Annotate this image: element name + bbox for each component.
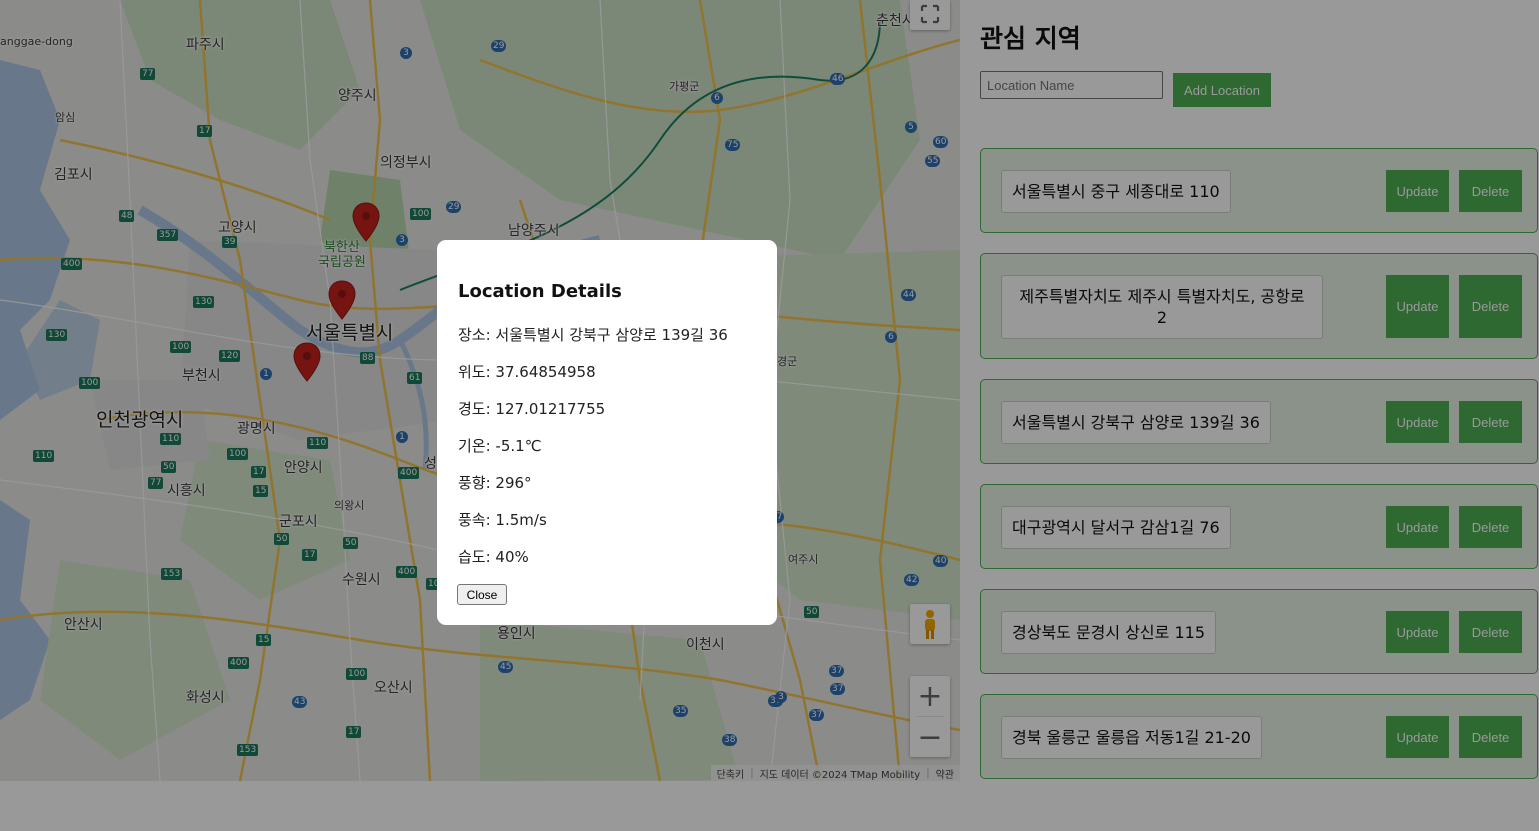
detail-humidity: 습도: 40% xyxy=(458,548,529,566)
modal-title: Location Details xyxy=(458,281,622,302)
location-details-modal: Location Details 장소: 서울특별시 강북구 삼양로 139길 … xyxy=(437,240,777,625)
detail-longitude: 경도: 127.01217755 xyxy=(458,400,606,418)
detail-temperature: 기온: -5.1℃ xyxy=(458,437,542,455)
close-button[interactable]: Close xyxy=(457,584,507,605)
detail-latitude: 위도: 37.64854958 xyxy=(458,363,596,381)
detail-wind-speed: 풍속: 1.5m/s xyxy=(458,511,547,529)
detail-place: 장소: 서울특별시 강북구 삼양로 139길 36 xyxy=(458,326,728,344)
detail-wind-direction: 풍향: 296° xyxy=(458,474,532,492)
